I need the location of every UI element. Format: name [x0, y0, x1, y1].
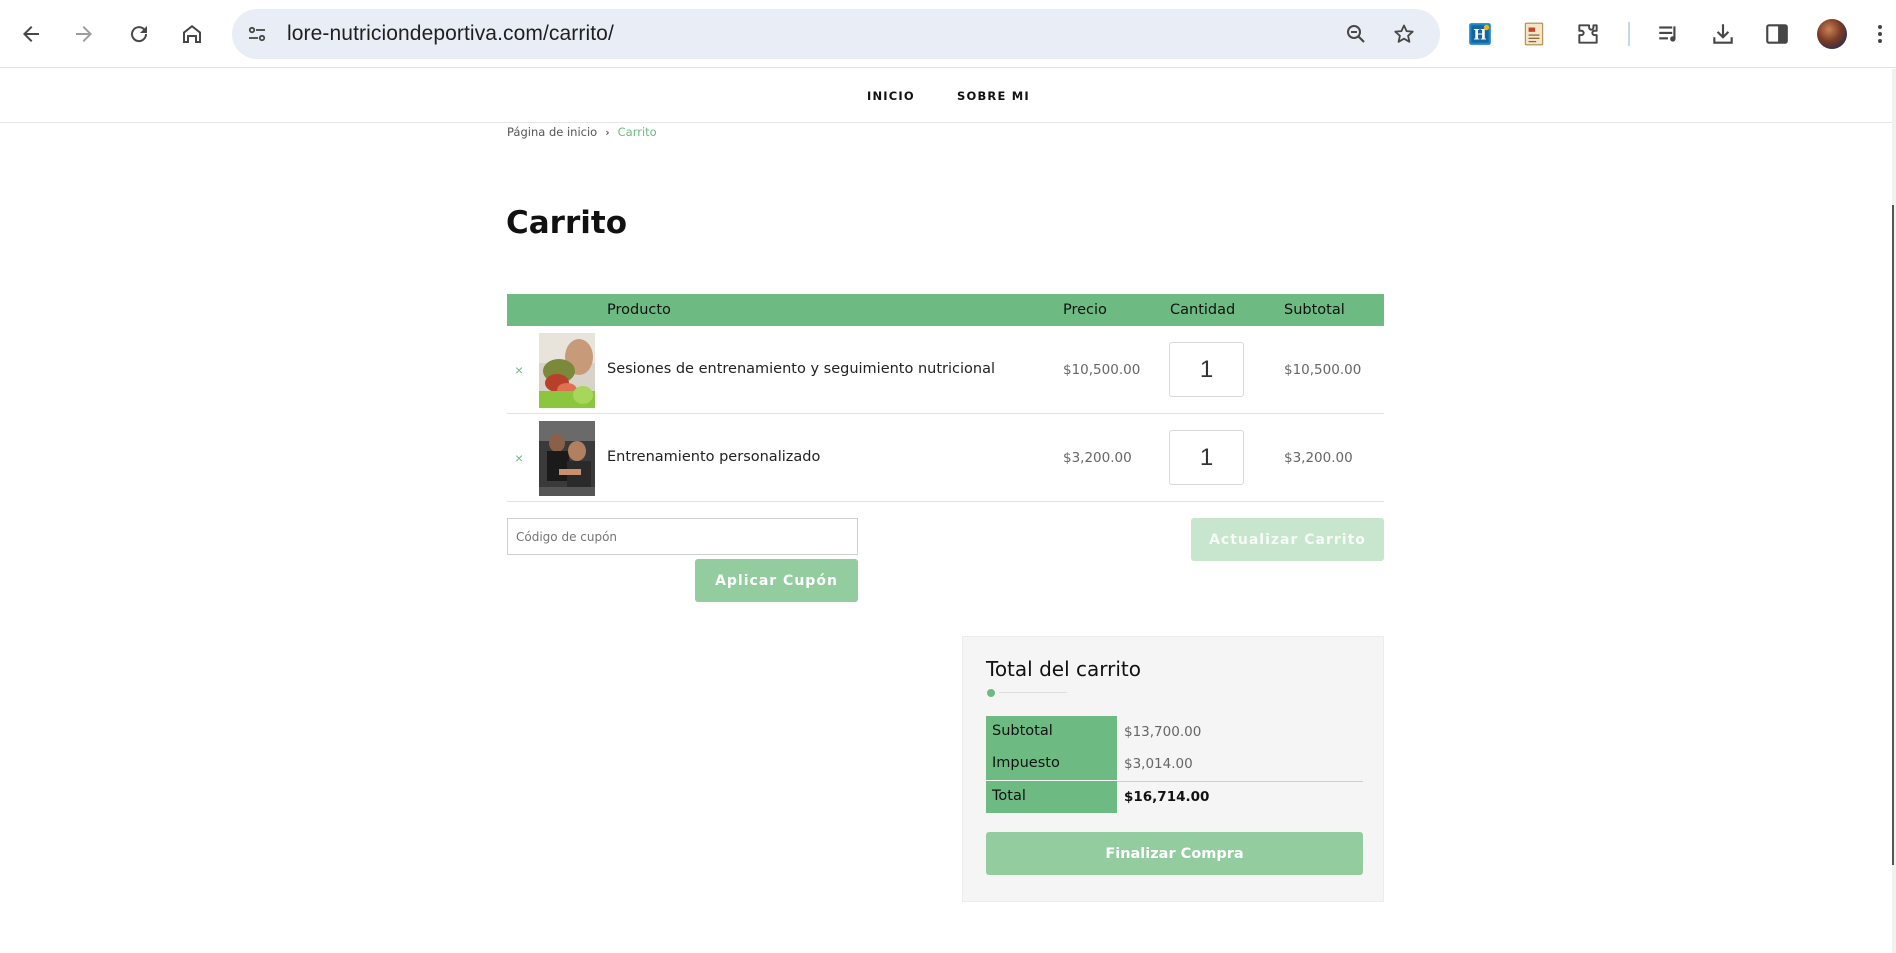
column-header-price: Precio	[1063, 302, 1107, 318]
product-thumbnail[interactable]	[539, 333, 595, 408]
cart-table: Producto Precio Cantidad Subtotal × Sesi…	[507, 294, 1384, 502]
extension-h-icon[interactable]: H	[1462, 16, 1498, 52]
cart-totals-title: Total del carrito	[986, 657, 1141, 681]
cart-table-header: Producto Precio Cantidad Subtotal	[507, 294, 1384, 326]
coupon-code-input[interactable]	[507, 518, 858, 555]
download-icon[interactable]	[1705, 16, 1741, 52]
zoom-icon[interactable]	[1343, 21, 1369, 47]
address-bar[interactable]: lore-nutriciondeportiva.com/carrito/	[232, 9, 1440, 59]
breadcrumb-separator-icon: ›	[605, 125, 610, 139]
product-name[interactable]: Sesiones de entrenamiento y seguimiento …	[607, 361, 995, 377]
update-cart-button[interactable]: Actualizar Carrito	[1191, 518, 1384, 561]
column-header-quantity: Cantidad	[1170, 302, 1236, 318]
page-title: Carrito	[506, 205, 627, 241]
toolbar-divider	[1628, 22, 1630, 46]
column-header-subtotal: Subtotal	[1284, 302, 1345, 318]
cart-row: × Sesiones de entrenamiento y seguimient…	[507, 326, 1384, 414]
totals-label: Subtotal	[986, 716, 1117, 748]
profile-avatar[interactable]	[1817, 19, 1847, 49]
breadcrumb: Página de inicio › Carrito	[507, 125, 657, 139]
quantity-input[interactable]: 1	[1169, 430, 1244, 485]
apply-coupon-button[interactable]: Aplicar Cupón	[695, 559, 858, 602]
breadcrumb-current: Carrito	[617, 125, 657, 139]
reload-icon[interactable]	[119, 14, 159, 54]
cart-row: × Entrenamiento personalizado $3,200.00 …	[507, 414, 1384, 502]
home-icon[interactable]	[172, 14, 212, 54]
product-subtotal: $3,200.00	[1284, 450, 1353, 466]
extension-doc-icon[interactable]	[1516, 16, 1552, 52]
scrollbar-thumb[interactable]	[1892, 205, 1894, 865]
url-text[interactable]: lore-nutriciondeportiva.com/carrito/	[287, 22, 614, 46]
remove-item-icon[interactable]: ×	[515, 450, 523, 466]
totals-divider	[1117, 781, 1363, 782]
totals-value: $13,700.00	[1124, 724, 1202, 740]
totals-value: $16,714.00	[1124, 789, 1210, 805]
product-price: $3,200.00	[1063, 450, 1132, 466]
media-queue-icon[interactable]	[1651, 16, 1687, 52]
nav-link-sobre-mi[interactable]: SOBRE MI	[957, 89, 1030, 103]
breadcrumb-home[interactable]: Página de inicio	[507, 125, 597, 139]
extensions-puzzle-icon[interactable]	[1570, 16, 1606, 52]
nav-link-inicio[interactable]: INICIO	[867, 89, 915, 103]
forward-icon[interactable]	[64, 14, 104, 54]
product-subtotal: $10,500.00	[1284, 362, 1362, 378]
back-icon[interactable]	[11, 14, 51, 54]
totals-value: $3,014.00	[1124, 756, 1193, 772]
totals-label: Impuesto	[986, 748, 1117, 780]
site-header: INICIO SOBRE MI	[0, 69, 1892, 123]
browser-toolbar: lore-nutriciondeportiva.com/carrito/ H	[0, 0, 1896, 68]
title-accent-dot	[987, 689, 995, 697]
site-info-icon[interactable]	[244, 21, 270, 47]
product-name[interactable]: Entrenamiento personalizado	[607, 449, 820, 465]
star-icon[interactable]	[1391, 21, 1417, 47]
title-accent-line	[999, 692, 1067, 693]
svg-text:H: H	[1473, 27, 1486, 43]
menu-icon[interactable]	[1868, 16, 1892, 52]
checkout-button[interactable]: Finalizar Compra	[986, 832, 1363, 875]
side-panel-icon[interactable]	[1759, 16, 1795, 52]
totals-label: Total	[986, 781, 1117, 813]
remove-item-icon[interactable]: ×	[515, 362, 523, 378]
column-header-product: Producto	[607, 302, 671, 318]
quantity-input[interactable]: 1	[1169, 342, 1244, 397]
cart-totals-panel: Total del carrito Subtotal $13,700.00 Im…	[962, 636, 1384, 902]
product-thumbnail[interactable]	[539, 421, 595, 496]
product-price: $10,500.00	[1063, 362, 1141, 378]
